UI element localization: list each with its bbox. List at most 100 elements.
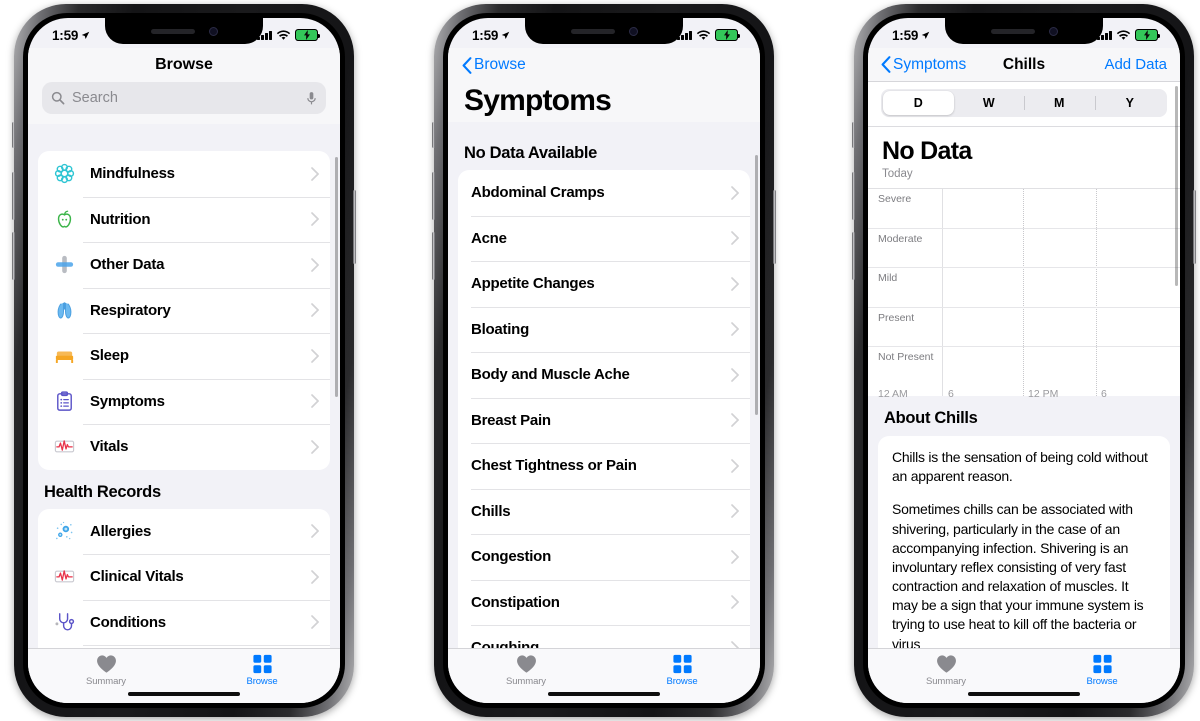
- back-button-label: Symptoms: [893, 55, 967, 73]
- list-item[interactable]: Constipation: [458, 579, 750, 626]
- home-indicator[interactable]: [968, 691, 1080, 696]
- tab-summary[interactable]: Summary: [868, 654, 1024, 687]
- grid-squares-icon: [1092, 654, 1112, 674]
- list-item[interactable]: Chills: [458, 488, 750, 535]
- tab-browse[interactable]: Browse: [184, 654, 340, 687]
- chart-y-tick-label: Present: [878, 311, 915, 324]
- power-button[interactable]: [1193, 190, 1196, 264]
- list-item[interactable]: Respiratory: [38, 287, 330, 334]
- phone-1-scroll-area[interactable]: Mindfulness Nutrition Other Data Respira…: [28, 151, 340, 648]
- chart-y-tick-label: Moderate: [878, 232, 923, 245]
- list-item-label: Chills: [471, 502, 511, 520]
- list-item[interactable]: Other Data: [38, 242, 330, 288]
- add-data-button[interactable]: Add Data: [1104, 56, 1167, 73]
- scroll-indicator[interactable]: [1175, 86, 1178, 286]
- phone-3-scroll-area[interactable]: D W M Y No Data Today Severe Moderate Mi…: [868, 82, 1180, 648]
- phone-2-scroll-area[interactable]: No Data Available Abdominal Cramps Acne …: [448, 141, 760, 648]
- chevron-right-icon: [731, 549, 739, 564]
- chart-x-axis: 12 AM 6 12 PM 6: [868, 387, 1180, 405]
- search-icon: [51, 91, 65, 105]
- list-item[interactable]: Bloating: [458, 306, 750, 353]
- status-time: 1:59: [892, 27, 919, 43]
- segment-day[interactable]: D: [883, 91, 954, 115]
- volume-up-button[interactable]: [432, 172, 435, 220]
- list-item[interactable]: Conditions: [38, 599, 330, 646]
- charging-bolt-icon: [303, 30, 310, 40]
- scroll-indicator[interactable]: [755, 155, 758, 415]
- apple-icon: [51, 206, 77, 232]
- heart-icon: [936, 655, 956, 673]
- power-button[interactable]: [773, 190, 776, 264]
- list-item[interactable]: Acne: [458, 215, 750, 262]
- tab-summary[interactable]: Summary: [448, 654, 604, 687]
- notch: [945, 18, 1103, 44]
- heart-rate-icon: [51, 434, 77, 460]
- chart-subtitle: Today: [882, 168, 913, 180]
- segment-week[interactable]: W: [954, 91, 1025, 115]
- list-item[interactable]: Mindfulness: [38, 151, 330, 197]
- bed-icon: [51, 343, 77, 369]
- list-item-label: Sleep: [90, 347, 129, 365]
- tab-summary[interactable]: Summary: [28, 654, 184, 687]
- chevron-right-icon: [311, 348, 319, 363]
- chart-y-tick-label: Severe: [878, 193, 912, 205]
- list-item[interactable]: Body and Muscle Ache: [458, 352, 750, 398]
- list-item-label: Other Data: [90, 256, 165, 274]
- heart-icon: [96, 655, 116, 673]
- wifi-icon: [696, 29, 711, 40]
- chart-x-tick-label: 12 PM: [1028, 387, 1059, 400]
- volume-down-button[interactable]: [12, 232, 15, 280]
- tab-browse[interactable]: Browse: [604, 654, 760, 687]
- volume-up-button[interactable]: [12, 172, 15, 220]
- list-item[interactable]: Vitals: [38, 424, 330, 470]
- list-item[interactable]: Symptoms: [38, 378, 330, 425]
- back-button[interactable]: Browse: [462, 56, 526, 74]
- phone-3-chills-detail: 1:59 Symptoms Chills Add Data D W M Y No…: [852, 4, 1196, 717]
- segment-month[interactable]: M: [1024, 91, 1095, 115]
- volume-up-button[interactable]: [852, 172, 855, 220]
- list-item[interactable]: Breast Pain: [458, 397, 750, 444]
- list-item[interactable]: Chest Tightness or Pain: [458, 443, 750, 489]
- volume-down-button[interactable]: [852, 232, 855, 280]
- list-item-label: Coughing: [471, 639, 539, 648]
- power-button[interactable]: [353, 190, 356, 264]
- time-range-segmented-control[interactable]: D W M Y: [881, 89, 1167, 117]
- scroll-indicator[interactable]: [335, 157, 338, 397]
- list-item[interactable]: Clinical Vitals: [38, 554, 330, 600]
- phone-3-nav-bar: Symptoms Chills Add Data: [868, 48, 1180, 82]
- status-time: 1:59: [52, 27, 79, 43]
- home-indicator[interactable]: [128, 691, 240, 696]
- list-item[interactable]: Coughing: [458, 625, 750, 648]
- tab-summary-label: Summary: [506, 676, 546, 687]
- chevron-right-icon: [731, 458, 739, 473]
- list-item[interactable]: Sleep: [38, 333, 330, 379]
- silent-switch[interactable]: [12, 122, 15, 148]
- phone-1-nav-bar: Browse Search: [28, 48, 340, 124]
- silent-switch[interactable]: [432, 122, 435, 148]
- list-item[interactable]: Congestion: [458, 534, 750, 580]
- list-item[interactable]: Abdominal Cramps: [458, 170, 750, 216]
- earpiece-speaker: [150, 28, 195, 34]
- chart-card: No Data Today Severe Moderate Mild Prese…: [868, 127, 1180, 400]
- chart-y-tick-label: Not Present: [878, 351, 934, 364]
- earpiece-speaker: [570, 28, 615, 34]
- page-title: Symptoms: [448, 78, 760, 122]
- chevron-right-icon: [731, 322, 739, 337]
- about-paragraph: Chills is the sensation of being cold wi…: [892, 449, 1148, 485]
- list-item[interactable]: Appetite Changes: [458, 261, 750, 307]
- stethoscope-icon: [51, 609, 77, 635]
- about-paragraph: Sometimes chills can be associated with …: [892, 501, 1144, 648]
- back-button-label: Browse: [474, 56, 526, 73]
- back-button[interactable]: Symptoms: [881, 56, 966, 74]
- page-title: Chills: [1002, 55, 1046, 73]
- charging-bolt-icon: [723, 30, 730, 40]
- home-indicator[interactable]: [548, 691, 660, 696]
- microphone-icon[interactable]: [306, 91, 317, 106]
- tab-browse[interactable]: Browse: [1024, 654, 1180, 687]
- list-item[interactable]: Allergies: [38, 509, 330, 555]
- silent-switch[interactable]: [852, 122, 855, 148]
- volume-down-button[interactable]: [432, 232, 435, 280]
- list-item[interactable]: Nutrition: [38, 196, 330, 243]
- search-input[interactable]: Search: [42, 82, 326, 114]
- segment-year[interactable]: Y: [1094, 91, 1166, 115]
